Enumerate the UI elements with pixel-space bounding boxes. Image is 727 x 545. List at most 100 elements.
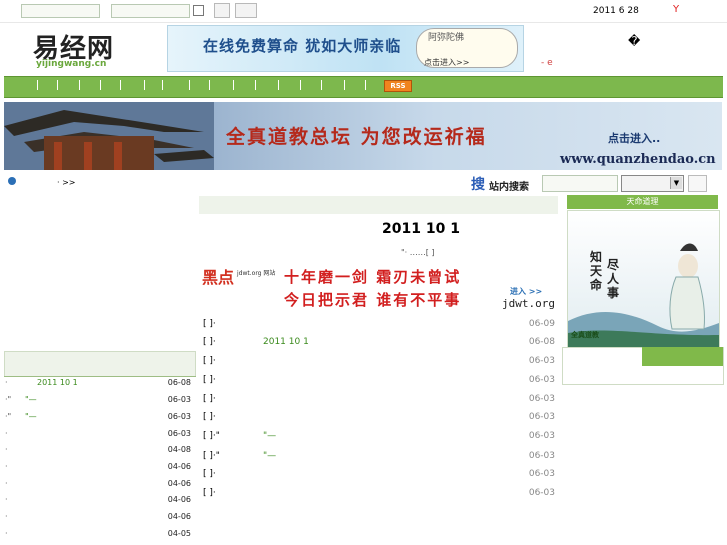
nav-separator [209,80,210,90]
chevron-down-icon[interactable]: ▼ [670,177,682,189]
list-item[interactable]: [ ]· 06-03 [203,469,555,485]
list-item-date: 06-03 [528,488,555,498]
list-item-date: 06-03 [528,394,555,404]
username-input[interactable] [21,4,100,18]
nav-separator [144,80,145,90]
list-item[interactable]: · 04-06 [5,462,191,478]
center-header [199,196,558,214]
list-item-title[interactable]: "— [25,412,37,421]
list-item-category: [ ]·" [203,431,220,441]
bullet: · [5,429,8,438]
list-item-title[interactable]: "— [263,451,276,461]
bullet: · [5,462,8,471]
bullet: · [5,479,8,488]
search-button[interactable] [688,175,707,192]
list-item[interactable]: [ ]· 2011 10 1 06-08 [203,337,555,353]
list-item-date: 06-03 [528,375,555,385]
list-item-date: 06-03 [528,356,555,366]
list-item-date: 06-09 [528,319,555,329]
remember-checkbox[interactable] [193,5,204,16]
jdwt-ad-logo: 黑点 [202,268,235,287]
list-item-date: 04-06 [167,479,191,488]
nav-separator [321,80,322,90]
fortune-banner-text: 在线免费算命 犹如大师亲临 [203,37,402,55]
list-item[interactable]: [ ]· 06-09 [203,319,555,335]
rss-button[interactable]: RSS [384,80,412,92]
header-mark: - e [541,58,553,68]
list-item-date: 04-06 [167,495,191,504]
quanzhen-banner-url: www.quanzhendao.cn [560,152,716,167]
nav-separator [300,80,301,90]
list-item[interactable]: ·" "— 06-03 [5,412,191,428]
password-input[interactable] [111,4,190,18]
list-item-date: 06-08 [167,378,191,387]
list-item-title[interactable]: "— [263,431,276,441]
bullet: · [5,445,8,454]
list-item[interactable]: · 04-08 [5,445,191,461]
list-item[interactable]: [ ]· 06-03 [203,375,555,391]
left-panel-header [4,351,196,377]
nav-separator [233,80,234,90]
list-item[interactable]: ·" "— 06-03 [5,395,191,411]
list-item[interactable]: [ ]· 06-03 [203,356,555,372]
list-item[interactable]: · 04-05 [5,529,191,545]
list-item-date: 06-03 [528,451,555,461]
register-button[interactable] [235,3,257,18]
list-item[interactable]: [ ]·" "— 06-03 [203,431,555,447]
list-item[interactable]: · 04-06 [5,479,191,495]
list-item-category: [ ]· [203,412,216,422]
list-item-date: 04-06 [167,512,191,521]
list-item-title[interactable]: 2011 10 1 [37,378,78,387]
nav-separator [100,80,101,90]
list-item[interactable]: · 04-06 [5,512,191,528]
site-logo-domain: yijingwang.cn [36,59,107,69]
search-label: 站内搜索 [489,182,529,193]
list-item-date: 04-08 [167,445,191,454]
list-item[interactable]: [ ]· 06-03 [203,412,555,428]
list-item-date: 06-03 [528,431,555,441]
list-item-category: [ ]· [203,319,216,329]
breadcrumb: · >> [57,178,76,187]
quanzhen-banner-title: 全真道教总坛 为您改运祈福 [226,126,487,148]
search-input[interactable] [542,175,618,192]
list-item-title[interactable]: "— [25,395,37,404]
right-panel-title: 天命道理 [567,195,718,209]
jdwt-ad-line2: 今日把示君 谁有不平事 [284,291,462,309]
list-item-category: [ ]· [203,488,216,498]
temple-illustration [4,102,214,170]
list-item-category: [ ]· [203,375,216,385]
list-item[interactable]: [ ]· 06-03 [203,394,555,410]
location-icon [8,177,16,185]
article-meta[interactable]: "· ……[ ] [401,248,435,257]
right-info-band [642,347,723,366]
list-item-date: 06-03 [167,395,191,404]
bullet: ·" [5,395,12,404]
article-date[interactable]: 2011 10 1 [382,221,460,237]
quanzhen-banner-enter[interactable]: 点击进入.. [608,130,660,146]
list-item[interactable]: [ ]· 06-03 [203,488,555,504]
list-item-category: [ ]·" [203,451,220,461]
list-item-date: 04-05 [167,529,191,538]
login-button[interactable] [214,3,230,18]
destiny-footer: 全真道教 [571,331,599,339]
bullet: · [5,378,8,387]
nav-separator [79,80,80,90]
jdwt-ad-enter[interactable]: 进入 >> [510,286,542,297]
list-item-title[interactable]: 2011 10 1 [263,337,309,347]
nav-separator [37,80,38,90]
list-item-date: 06-03 [167,412,191,421]
list-item[interactable]: · 2011 10 1 06-08 [5,378,191,394]
list-item[interactable]: [ ]·" "— 06-03 [203,451,555,467]
main-nav [4,76,723,98]
list-item[interactable]: · 04-06 [5,495,191,511]
bullet: · [5,512,8,521]
jdwt-ad-sub: jdwt.org 网站 [237,270,276,277]
fortune-banner-enter[interactable]: 点击进入>> [424,57,469,68]
fortune-banner-badge-text: 阿弥陀佛 [428,33,465,43]
bullet: ·" [5,412,12,421]
bullet: · [5,495,8,504]
list-item-date: 04-06 [167,462,191,471]
list-item[interactable]: · 06-03 [5,429,191,445]
nav-separator [344,80,345,90]
jdwt-ad-line1: 十年磨一剑 霜刃未曾试 [284,268,462,286]
